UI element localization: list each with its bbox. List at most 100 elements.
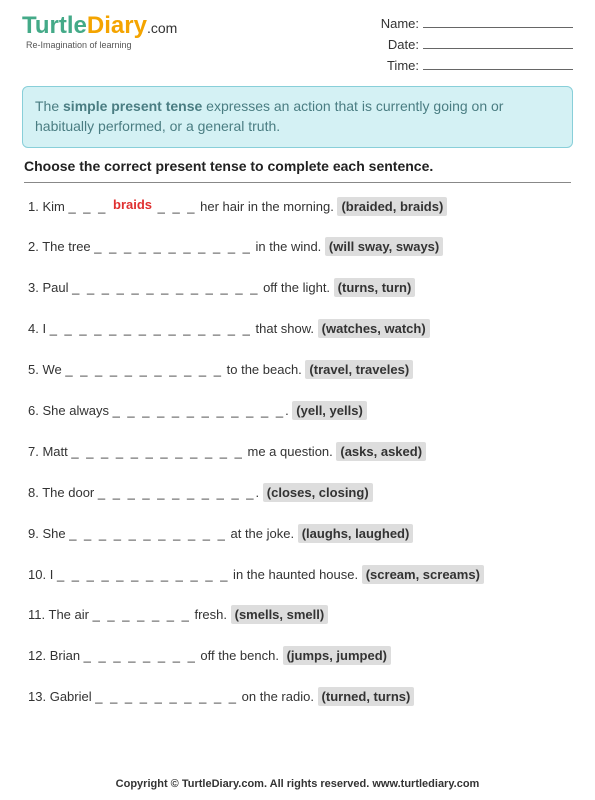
question-options: (laughs, laughed) [298,524,414,543]
question-item: 7. Matt _ _ _ _ _ _ _ _ _ _ _ _ me a que… [28,444,567,461]
question-number: 3. [28,280,39,295]
question-pre: We [42,362,65,377]
question-pre: Gabriel [50,689,96,704]
question-item: 2. The tree _ _ _ _ _ _ _ _ _ _ _ in the… [28,239,567,256]
question-blank[interactable]: _ _ _ _ _ _ _ [93,607,191,622]
question-pre: I [50,567,57,582]
date-label: Date: [388,37,419,52]
instruction: Choose the correct present tense to comp… [24,158,571,183]
question-options: (watches, watch) [318,319,430,338]
question-number: 10. [28,567,46,582]
question-number: 6. [28,403,39,418]
question-blank[interactable]: _ _ _ _ _ _ _ _ _ _ _ _ [57,567,230,582]
question-pre: Paul [42,280,72,295]
question-number: 11. [28,607,45,622]
question-blank[interactable]: _ _ _ _ _ _ _ _ _ _ _ _ [113,403,286,418]
question-post: her hair in the morning. [197,199,338,214]
question-options: (closes, closing) [263,483,373,502]
question-pre: She [42,526,69,541]
question-item: 5. We _ _ _ _ _ _ _ _ _ _ _ to the beach… [28,362,567,379]
question-number: 7. [28,444,39,459]
logo-suffix: .com [147,20,177,36]
question-pre: Brian [50,648,84,663]
question-item: 6. She always _ _ _ _ _ _ _ _ _ _ _ _. (… [28,403,567,420]
question-list: 1. Kim _ _ _ braids _ _ _ her hair in th… [22,199,573,707]
question-options: (smells, smell) [231,605,329,624]
def-bold: simple present tense [63,98,202,114]
question-options: (asks, asked) [336,442,426,461]
footer: Copyright © TurtleDiary.com. All rights … [0,778,595,790]
question-number: 5. [28,362,39,377]
question-number: 2. [28,239,39,254]
question-options: (scream, screams) [362,565,484,584]
question-pre: The door [42,485,98,500]
question-item: 11. The air _ _ _ _ _ _ _ fresh. (smells… [28,607,567,624]
time-field: Time: [381,56,573,77]
date-field: Date: [381,35,573,56]
time-label: Time: [387,58,419,73]
question-post: in the haunted house. [229,567,361,582]
question-number: 12. [28,648,46,663]
info-fields: Name: Date: Time: [381,14,573,76]
def-pre: The [35,98,63,114]
question-number: 9. [28,526,39,541]
question-blank[interactable]: _ _ _ [68,199,113,214]
question-options: (turns, turn) [334,278,416,297]
time-input-line[interactable] [423,58,573,70]
question-post: at the joke. [227,526,298,541]
question-options: (turned, turns) [318,687,415,706]
question-item: 3. Paul _ _ _ _ _ _ _ _ _ _ _ _ _ off th… [28,280,567,297]
question-post: to the beach. [223,362,305,377]
question-pre: She always [42,403,112,418]
question-options: (yell, yells) [292,401,366,420]
question-blank[interactable]: _ _ _ _ _ _ _ _ _ _ _ [98,485,256,500]
definition-box: The simple present tense expresses an ac… [22,86,573,147]
question-item: 10. I _ _ _ _ _ _ _ _ _ _ _ _ in the hau… [28,567,567,584]
logo-brand2: Diary [87,12,147,39]
question-post: me a question. [244,444,337,459]
question-blank[interactable]: _ _ _ _ _ _ _ _ _ _ _ [94,239,252,254]
question-blank[interactable]: _ _ _ _ _ _ _ _ _ _ _ _ _ [72,280,259,295]
logo: TurtleDiary.com Re-Imagination of learni… [22,14,177,50]
question-item: 4. I _ _ _ _ _ _ _ _ _ _ _ _ _ _ that sh… [28,321,567,338]
question-item: 1. Kim _ _ _ braids _ _ _ her hair in th… [28,199,567,216]
logo-text: TurtleDiary.com [22,14,177,38]
question-item: 12. Brian _ _ _ _ _ _ _ _ off the bench.… [28,648,567,665]
question-post: off the bench. [197,648,283,663]
date-input-line[interactable] [423,37,573,49]
name-input-line[interactable] [423,16,573,28]
question-post: that show. [252,321,318,336]
question-pre: Kim [42,199,68,214]
question-options: (braided, braids) [337,197,447,216]
question-pre: I [42,321,49,336]
question-post: off the light. [259,280,333,295]
question-blank[interactable]: _ _ _ _ _ _ _ _ _ _ _ _ [71,444,244,459]
question-post: . [256,485,263,500]
name-label: Name: [381,16,419,31]
question-answer: braids [113,197,152,212]
question-number: 4. [28,321,39,336]
question-item: 8. The door _ _ _ _ _ _ _ _ _ _ _. (clos… [28,485,567,502]
question-blank[interactable]: _ _ _ _ _ _ _ _ _ _ [95,689,238,704]
question-blank[interactable]: _ _ _ [152,199,197,214]
question-pre: Matt [42,444,71,459]
question-blank[interactable]: _ _ _ _ _ _ _ _ _ _ _ [69,526,227,541]
header-row: TurtleDiary.com Re-Imagination of learni… [22,14,573,76]
logo-brand1: Turtle [22,12,87,39]
question-options: (jumps, jumped) [283,646,391,665]
question-post: fresh. [191,607,231,622]
question-number: 1. [28,199,39,214]
question-item: 9. She _ _ _ _ _ _ _ _ _ _ _ at the joke… [28,526,567,543]
question-number: 13. [28,689,46,704]
question-pre: The air [49,607,93,622]
logo-tagline: Re-Imagination of learning [26,40,177,50]
question-options: (travel, traveles) [305,360,413,379]
question-post: on the radio. [238,689,318,704]
question-blank[interactable]: _ _ _ _ _ _ _ _ _ _ _ _ _ _ [50,321,252,336]
question-blank[interactable]: _ _ _ _ _ _ _ _ [84,648,197,663]
question-blank[interactable]: _ _ _ _ _ _ _ _ _ _ _ [65,362,223,377]
question-pre: The tree [42,239,94,254]
question-item: 13. Gabriel _ _ _ _ _ _ _ _ _ _ on the r… [28,689,567,706]
question-number: 8. [28,485,39,500]
name-field: Name: [381,14,573,35]
